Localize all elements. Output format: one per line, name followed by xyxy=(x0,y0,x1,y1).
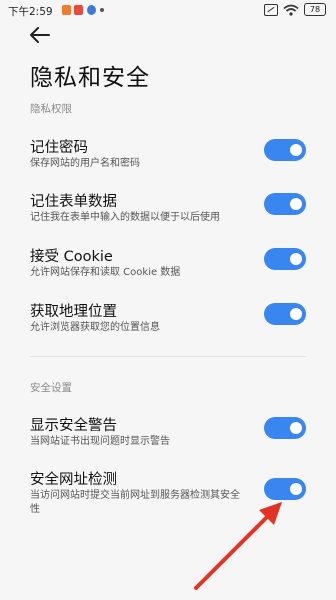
setting-description: 允许网站保存和读取 Cookie 数据 xyxy=(30,267,181,278)
notification-icon xyxy=(62,5,71,15)
status-time: 下午2:59 xyxy=(8,6,53,18)
wifi-icon xyxy=(283,4,299,16)
notification-icon xyxy=(87,5,96,15)
setting-remember-password[interactable]: 记住密码 保存网站的用户名和密码 xyxy=(0,136,336,184)
status-bar: 下午2:59 78 xyxy=(0,0,336,22)
section-header-security: 安全设置 xyxy=(30,382,72,394)
notification-icon xyxy=(74,5,83,15)
setting-title: 记住密码 xyxy=(30,140,88,156)
safe-browsing-toggle[interactable] xyxy=(264,478,306,500)
setting-description: 当访问网站时提交当前网址到服务器检测其安全性 xyxy=(30,490,240,515)
section-header-privacy: 隐私权限 xyxy=(30,103,72,115)
battery-icon: 78 xyxy=(304,3,326,16)
back-arrow-icon[interactable] xyxy=(28,25,52,45)
setting-title: 记住表单数据 xyxy=(30,194,117,210)
no-sim-icon xyxy=(264,3,278,16)
setting-description: 允许浏览器获取您的位置信息 xyxy=(30,322,160,333)
accept-cookie-toggle[interactable] xyxy=(264,248,306,270)
location-toggle[interactable] xyxy=(264,303,306,325)
setting-title: 安全网址检测 xyxy=(30,472,117,488)
remember-password-toggle[interactable] xyxy=(264,139,306,161)
more-notifications-icon xyxy=(100,8,104,12)
status-indicators: 78 xyxy=(264,3,326,16)
setting-title: 显示安全警告 xyxy=(30,418,117,434)
remember-form-data-toggle[interactable] xyxy=(264,193,306,215)
setting-title: 获取地理位置 xyxy=(30,304,117,320)
setting-description: 保存网站的用户名和密码 xyxy=(30,158,140,169)
setting-title: 接受 Cookie xyxy=(30,249,113,265)
setting-description: 记住我在表单中输入的数据以便于以后使用 xyxy=(30,212,220,223)
setting-remember-form-data[interactable]: 记住表单数据 记住我在表单中输入的数据以便于以后使用 xyxy=(0,190,336,238)
setting-description: 当网站证书出现问题时显示警告 xyxy=(30,436,170,447)
security-warning-toggle[interactable] xyxy=(264,417,306,439)
setting-accept-cookie[interactable]: 接受 Cookie 允许网站保存和读取 Cookie 数据 xyxy=(0,245,336,293)
setting-security-warning[interactable]: 显示安全警告 当网站证书出现问题时显示警告 xyxy=(0,414,336,462)
section-divider xyxy=(30,356,306,357)
page-title: 隐私和安全 xyxy=(30,65,150,91)
setting-safe-browsing[interactable]: 安全网址检测 当访问网站时提交当前网址到服务器检测其安全性 xyxy=(0,468,336,524)
setting-location[interactable]: 获取地理位置 允许浏览器获取您的位置信息 xyxy=(0,300,336,348)
